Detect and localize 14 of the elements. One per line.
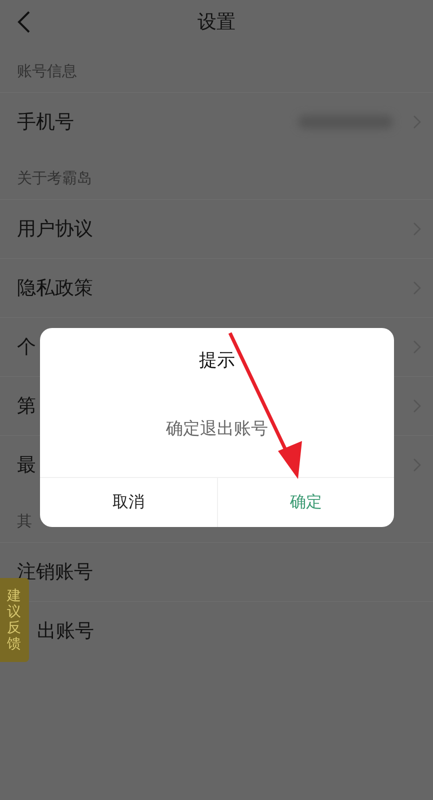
row-label[interactable]: 第 — [17, 393, 36, 419]
page-title: 设置 — [198, 10, 236, 35]
feedback-tab[interactable]: 建议反馈 — [0, 578, 29, 662]
row-label[interactable]: 用户协议 — [17, 216, 93, 242]
back-icon[interactable] — [17, 10, 31, 34]
confirm-button[interactable]: 确定 — [216, 478, 394, 527]
row-label[interactable]: 个 — [17, 334, 36, 360]
row-label[interactable]: 手机号 — [17, 109, 74, 135]
row-label[interactable]: 出账号 — [37, 618, 94, 644]
cancel-button[interactable]: 取消 — [40, 478, 216, 527]
dialog-message: 确定退出账号 — [166, 418, 268, 440]
row-label[interactable]: 隐私政策 — [17, 275, 93, 301]
row-label[interactable]: 最 — [17, 452, 36, 478]
dialog-title: 提示 — [199, 349, 235, 372]
